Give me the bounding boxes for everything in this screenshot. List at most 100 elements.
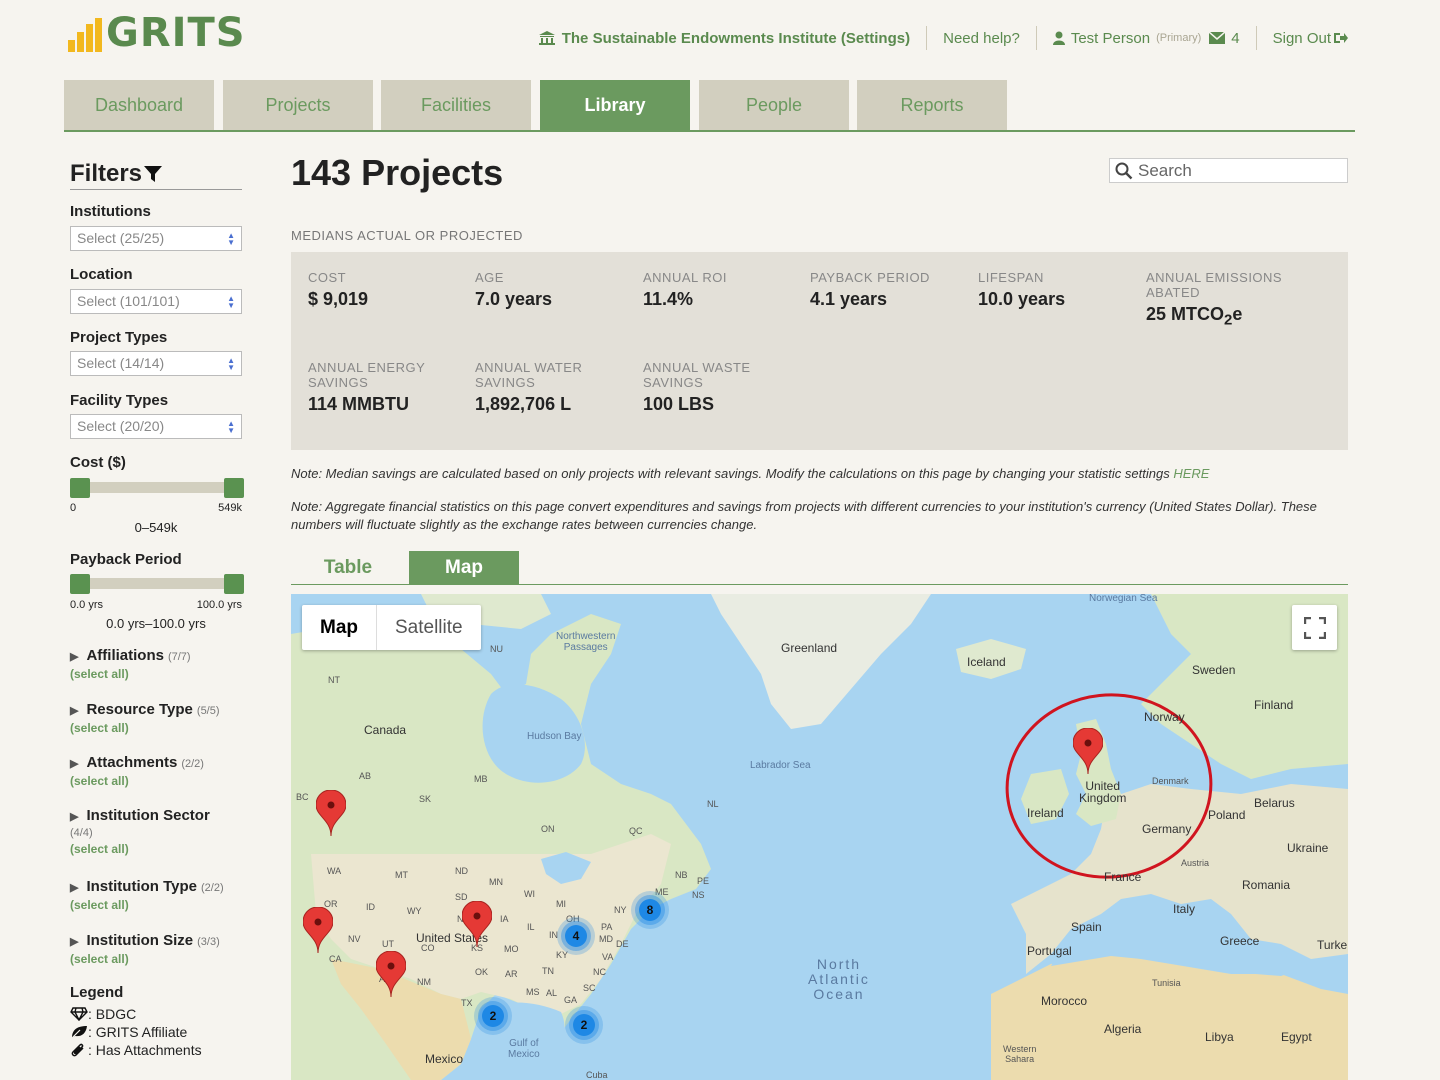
stat-cost: COST $ 9,019	[308, 270, 468, 310]
project-pin[interactable]	[316, 790, 346, 836]
affiliations-toggle[interactable]: ▶ Affiliations (7/7)	[70, 647, 242, 664]
tab-people[interactable]: People	[699, 80, 849, 130]
cluster-count: 8	[646, 903, 654, 917]
medians-heading: MEDIANS ACTUAL OR PROJECTED	[291, 228, 523, 243]
institution-type-toggle[interactable]: ▶ Institution Type (2/2)	[70, 878, 242, 895]
label-tunisia: Tunisia	[1152, 978, 1181, 988]
project-pin[interactable]	[376, 951, 406, 997]
resource-type-select-all[interactable]: (select all)	[70, 721, 242, 735]
project-pin[interactable]	[1073, 728, 1103, 774]
payback-min-handle[interactable]	[70, 574, 90, 594]
institution-type-select-all[interactable]: (select all)	[70, 898, 242, 912]
affiliations-select-all[interactable]: (select all)	[70, 667, 242, 681]
tab-facilities[interactable]: Facilities	[381, 80, 531, 130]
projects-map[interactable]: Norwegian Sea Northwestern Passages Gree…	[291, 594, 1348, 1080]
project-types-label: Project Types	[70, 329, 168, 346]
grits-logo[interactable]: GRITS	[68, 13, 246, 53]
stat-value-main: 25 MTCO	[1146, 304, 1225, 324]
select-arrows-icon: ▲ ▼	[227, 294, 235, 310]
cost-min-handle[interactable]	[70, 478, 90, 498]
attachments-group: ▶ Attachments (2/2) (select all)	[70, 754, 242, 788]
label-ns: NS	[692, 890, 705, 900]
label-il: IL	[527, 922, 535, 932]
project-pin[interactable]	[303, 907, 333, 953]
payback-max-label: 100.0 yrs	[196, 599, 242, 611]
tab-dashboard[interactable]: Dashboard	[64, 80, 214, 130]
tab-map[interactable]: Map	[409, 551, 519, 584]
legend-bdgc-label: : BDGC	[88, 1006, 137, 1022]
label-norwegian-sea: Norwegian Sea	[1089, 594, 1158, 604]
label-north-atlantic: North Atlantic Ocean	[808, 956, 870, 1002]
institutions-select[interactable]: Select (25/25) ▲ ▼	[70, 226, 242, 251]
label-canada: Canada	[364, 723, 407, 737]
cost-slider[interactable]	[70, 478, 244, 498]
institution-size-toggle[interactable]: ▶ Institution Size (3/3)	[70, 932, 242, 949]
stat-label: ANNUAL EMISSIONS ABATED	[1146, 270, 1283, 300]
diamond-icon	[70, 1007, 88, 1021]
location-select[interactable]: Select (101/101) ▲ ▼	[70, 289, 242, 314]
top-navigation: The Sustainable Endowments Institute (Se…	[522, 26, 1348, 50]
project-cluster[interactable]: 2	[564, 1005, 604, 1045]
label-italy: Italy	[1173, 902, 1196, 916]
project-types-select[interactable]: Select (14/14) ▲ ▼	[70, 351, 242, 376]
statistic-settings-link[interactable]: HERE	[1173, 466, 1209, 481]
project-cluster[interactable]: 2	[473, 996, 513, 1036]
resource-type-count: (5/5)	[196, 705, 220, 717]
map-type-map-button[interactable]: Map	[302, 605, 377, 650]
payback-slider[interactable]	[70, 574, 244, 594]
stat-lifespan: LIFESPAN 10.0 years	[978, 270, 1138, 310]
label-tx: TX	[461, 998, 473, 1008]
stat-water-savings: ANNUAL WATER SAVINGS 1,892,706 L	[475, 360, 635, 415]
tab-library[interactable]: Library	[540, 80, 690, 130]
cost-label: Cost ($)	[70, 454, 126, 471]
label-germany: Germany	[1142, 822, 1192, 836]
search-input[interactable]: Search	[1109, 158, 1348, 183]
map-type-satellite-button[interactable]: Satellite	[377, 605, 481, 650]
institution-settings-link[interactable]: The Sustainable Endowments Institute (Se…	[522, 27, 926, 49]
attachments-toggle[interactable]: ▶ Attachments (2/2)	[70, 754, 242, 771]
land-africa	[991, 954, 1348, 1080]
user-name: Test Person	[1070, 29, 1151, 47]
user-menu[interactable]: Test Person (Primary) 4	[1037, 27, 1256, 49]
project-cluster[interactable]: 8	[630, 890, 670, 930]
label-denmark: Denmark	[1152, 776, 1189, 786]
legend-title: Legend	[70, 984, 124, 1001]
stat-value: 7.0 years	[475, 289, 553, 309]
fullscreen-button[interactable]	[1292, 605, 1337, 650]
sign-out-link[interactable]: Sign Out	[1257, 27, 1348, 49]
affiliations-count: (7/7)	[167, 651, 191, 663]
label-sc: SC	[583, 983, 596, 993]
sign-out-label: Sign Out	[1272, 29, 1331, 47]
institution-size-group: ▶ Institution Size (3/3) (select all)	[70, 932, 242, 966]
tab-projects[interactable]: Projects	[223, 80, 373, 130]
resource-type-toggle[interactable]: ▶ Resource Type (5/5)	[70, 701, 242, 718]
project-cluster[interactable]: 4	[556, 916, 596, 956]
logo-bars-icon	[68, 18, 102, 52]
institution-sector-toggle[interactable]: ▶ Institution Sector	[70, 807, 242, 824]
institution-size-select-all[interactable]: (select all)	[70, 952, 242, 966]
institution-type-title: Institution Type	[86, 878, 198, 895]
expand-triangle-icon: ▶	[70, 936, 79, 948]
label-mn: MN	[489, 877, 503, 887]
cost-max-handle[interactable]	[224, 478, 244, 498]
stat-value: 25 MTCO2e	[1146, 304, 1326, 329]
label-wy: WY	[407, 906, 422, 916]
label-greece: Greece	[1220, 934, 1260, 948]
payback-max-handle[interactable]	[224, 574, 244, 594]
project-pin[interactable]	[462, 901, 492, 947]
tab-table[interactable]: Table	[293, 551, 403, 584]
messages-count[interactable]: 4	[1231, 30, 1239, 47]
institution-sector-select-all[interactable]: (select all)	[70, 842, 242, 856]
need-help-link[interactable]: Need help?	[927, 27, 1036, 49]
user-role: (Primary)	[1156, 32, 1202, 44]
search-icon	[1115, 162, 1133, 179]
attachments-select-all[interactable]: (select all)	[70, 774, 242, 788]
envelope-icon[interactable]	[1209, 32, 1226, 44]
facility-types-select[interactable]: Select (20/20) ▲ ▼	[70, 414, 242, 439]
tab-reports[interactable]: Reports	[857, 80, 1007, 130]
label-poland: Poland	[1208, 808, 1246, 822]
label-va: VA	[602, 952, 614, 962]
label-qc: QC	[629, 826, 643, 836]
stat-value: 10.0 years	[978, 289, 1066, 309]
cluster-count: 4	[572, 929, 580, 943]
